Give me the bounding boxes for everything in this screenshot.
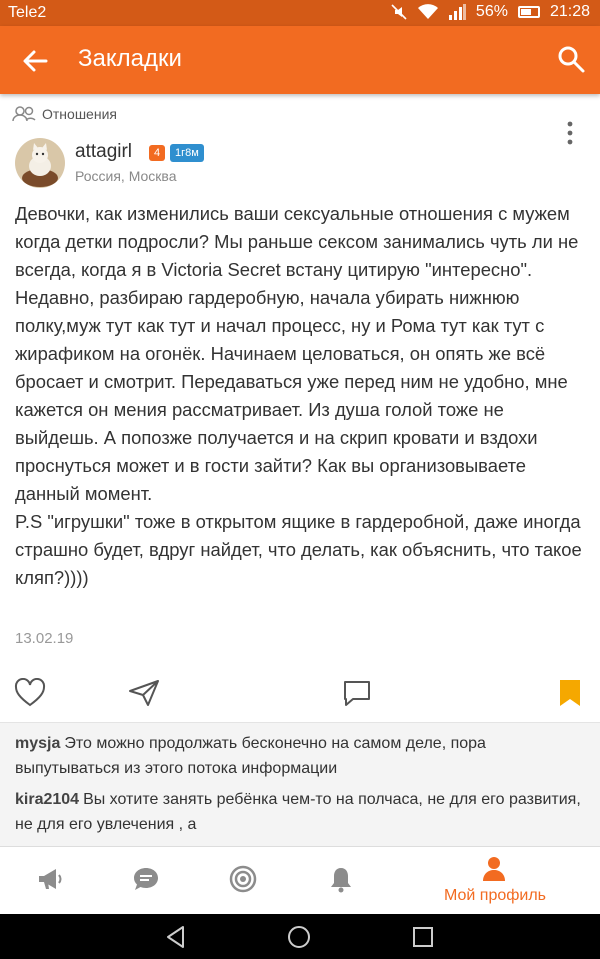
post-date: 13.02.19 [15, 630, 74, 647]
nav-feed[interactable] [0, 847, 100, 915]
app-bar: Закладки [0, 26, 600, 94]
heart-icon[interactable] [14, 678, 46, 708]
comment-text: Это можно продолжать бесконечно на самом… [15, 735, 486, 777]
profile-icon [483, 857, 505, 881]
comment-item[interactable]: mysja Это можно продолжать бесконечно на … [15, 731, 585, 781]
clock: 21:28 [549, 3, 590, 20]
megaphone-icon [39, 869, 62, 889]
nav-profile-label: Мой профиль [443, 887, 547, 904]
kebab-menu-icon[interactable] [560, 120, 580, 146]
nav-messages[interactable] [96, 847, 196, 915]
people-icon [12, 106, 36, 122]
share-icon[interactable] [128, 678, 160, 708]
nav-discussions[interactable] [193, 847, 293, 915]
comments-section: mysja Это можно продолжать бесконечно на … [0, 722, 600, 846]
bottom-nav: Мой профиль [0, 846, 600, 914]
nav-my-profile[interactable]: Мой профиль [430, 847, 560, 915]
avatar[interactable] [15, 138, 65, 188]
mute-icon [391, 4, 407, 20]
nav-notifications[interactable] [291, 847, 391, 915]
author-location: Россия, Москва [75, 168, 177, 184]
post-category[interactable]: Отношения [12, 106, 117, 122]
back-arrow-icon[interactable] [20, 46, 50, 76]
status-bar: Tele2 56% 21:28 [0, 0, 600, 26]
comment-item[interactable]: kira2104 Вы хотите занять ребёнка чем-то … [15, 787, 585, 837]
target-icon [229, 865, 257, 893]
author-name[interactable]: attagirl [75, 141, 132, 163]
membership-badge: 1г8м [170, 144, 204, 162]
battery-percent: 56% [475, 3, 508, 20]
wifi-icon [417, 4, 438, 19]
comment-text: Вы хотите занять ребёнка чем-то на полча… [15, 791, 581, 833]
bell-icon [331, 868, 351, 893]
comment-author[interactable]: kira2104 [15, 791, 79, 808]
comment-author[interactable]: mysja [15, 735, 60, 752]
carrier-label: Tele2 [8, 4, 47, 21]
system-nav-bar [0, 914, 600, 959]
level-badge: 4 [149, 145, 165, 161]
post-text: Девочки, как изменились ваши сексуальные… [15, 203, 582, 588]
signal-icon [448, 4, 466, 20]
page-title: Закладки [78, 45, 182, 72]
chat-icon [134, 868, 158, 890]
system-home-icon[interactable] [286, 924, 312, 950]
status-icons: 56% 21:28 [390, 3, 590, 21]
bookmark-icon[interactable] [556, 678, 584, 708]
category-label: Отношения [42, 106, 117, 122]
battery-icon [517, 6, 540, 18]
search-icon[interactable] [556, 44, 586, 74]
screen: Tele2 56% 21:28 Закладки Отношения attag… [0, 0, 600, 959]
system-back-icon[interactable] [163, 924, 189, 950]
system-recents-icon[interactable] [410, 924, 436, 950]
